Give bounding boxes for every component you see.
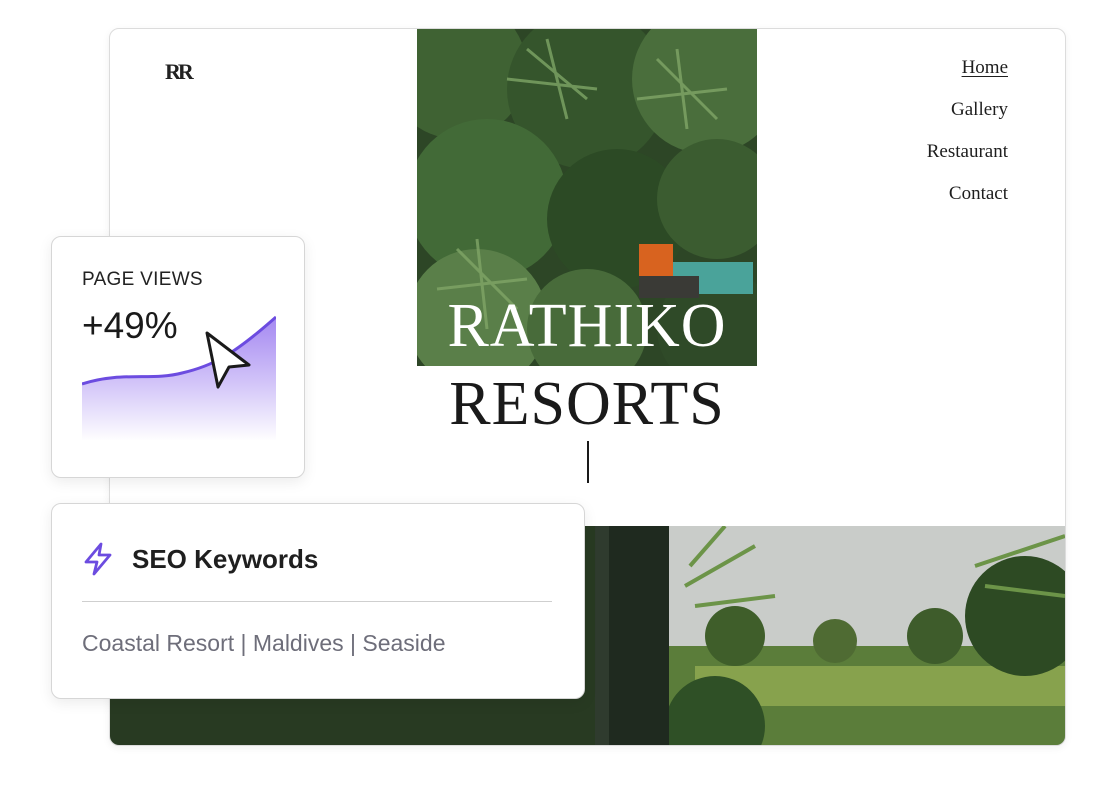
nav-contact-link[interactable]: Contact xyxy=(927,183,1008,205)
lightning-icon xyxy=(84,542,112,576)
seo-keywords-card: SEO Keywords Coastal Resort | Maldives |… xyxy=(51,503,585,699)
seo-divider xyxy=(82,601,552,602)
nav-restaurant-link[interactable]: Restaurant xyxy=(927,141,1008,163)
pointer-cursor-icon xyxy=(205,331,251,389)
hero-title-line2: RESORTS xyxy=(449,370,725,438)
site-logo[interactable]: RR xyxy=(165,59,194,85)
nav-home-link[interactable]: Home xyxy=(927,57,1008,79)
site-nav: Home Gallery Restaurant Contact xyxy=(927,57,1008,225)
hero-title-line1: RATHIKO xyxy=(447,292,727,360)
page-views-card: PAGE VIEWS +49% xyxy=(51,236,305,478)
page-views-label: PAGE VIEWS xyxy=(82,269,203,290)
seo-keywords-text: Coastal Resort | Maldives | Seaside xyxy=(82,630,446,656)
text-cursor xyxy=(587,441,589,483)
nav-gallery-link[interactable]: Gallery xyxy=(927,99,1008,121)
seo-title: SEO Keywords xyxy=(132,544,319,574)
resort-view-photo xyxy=(595,526,1065,745)
